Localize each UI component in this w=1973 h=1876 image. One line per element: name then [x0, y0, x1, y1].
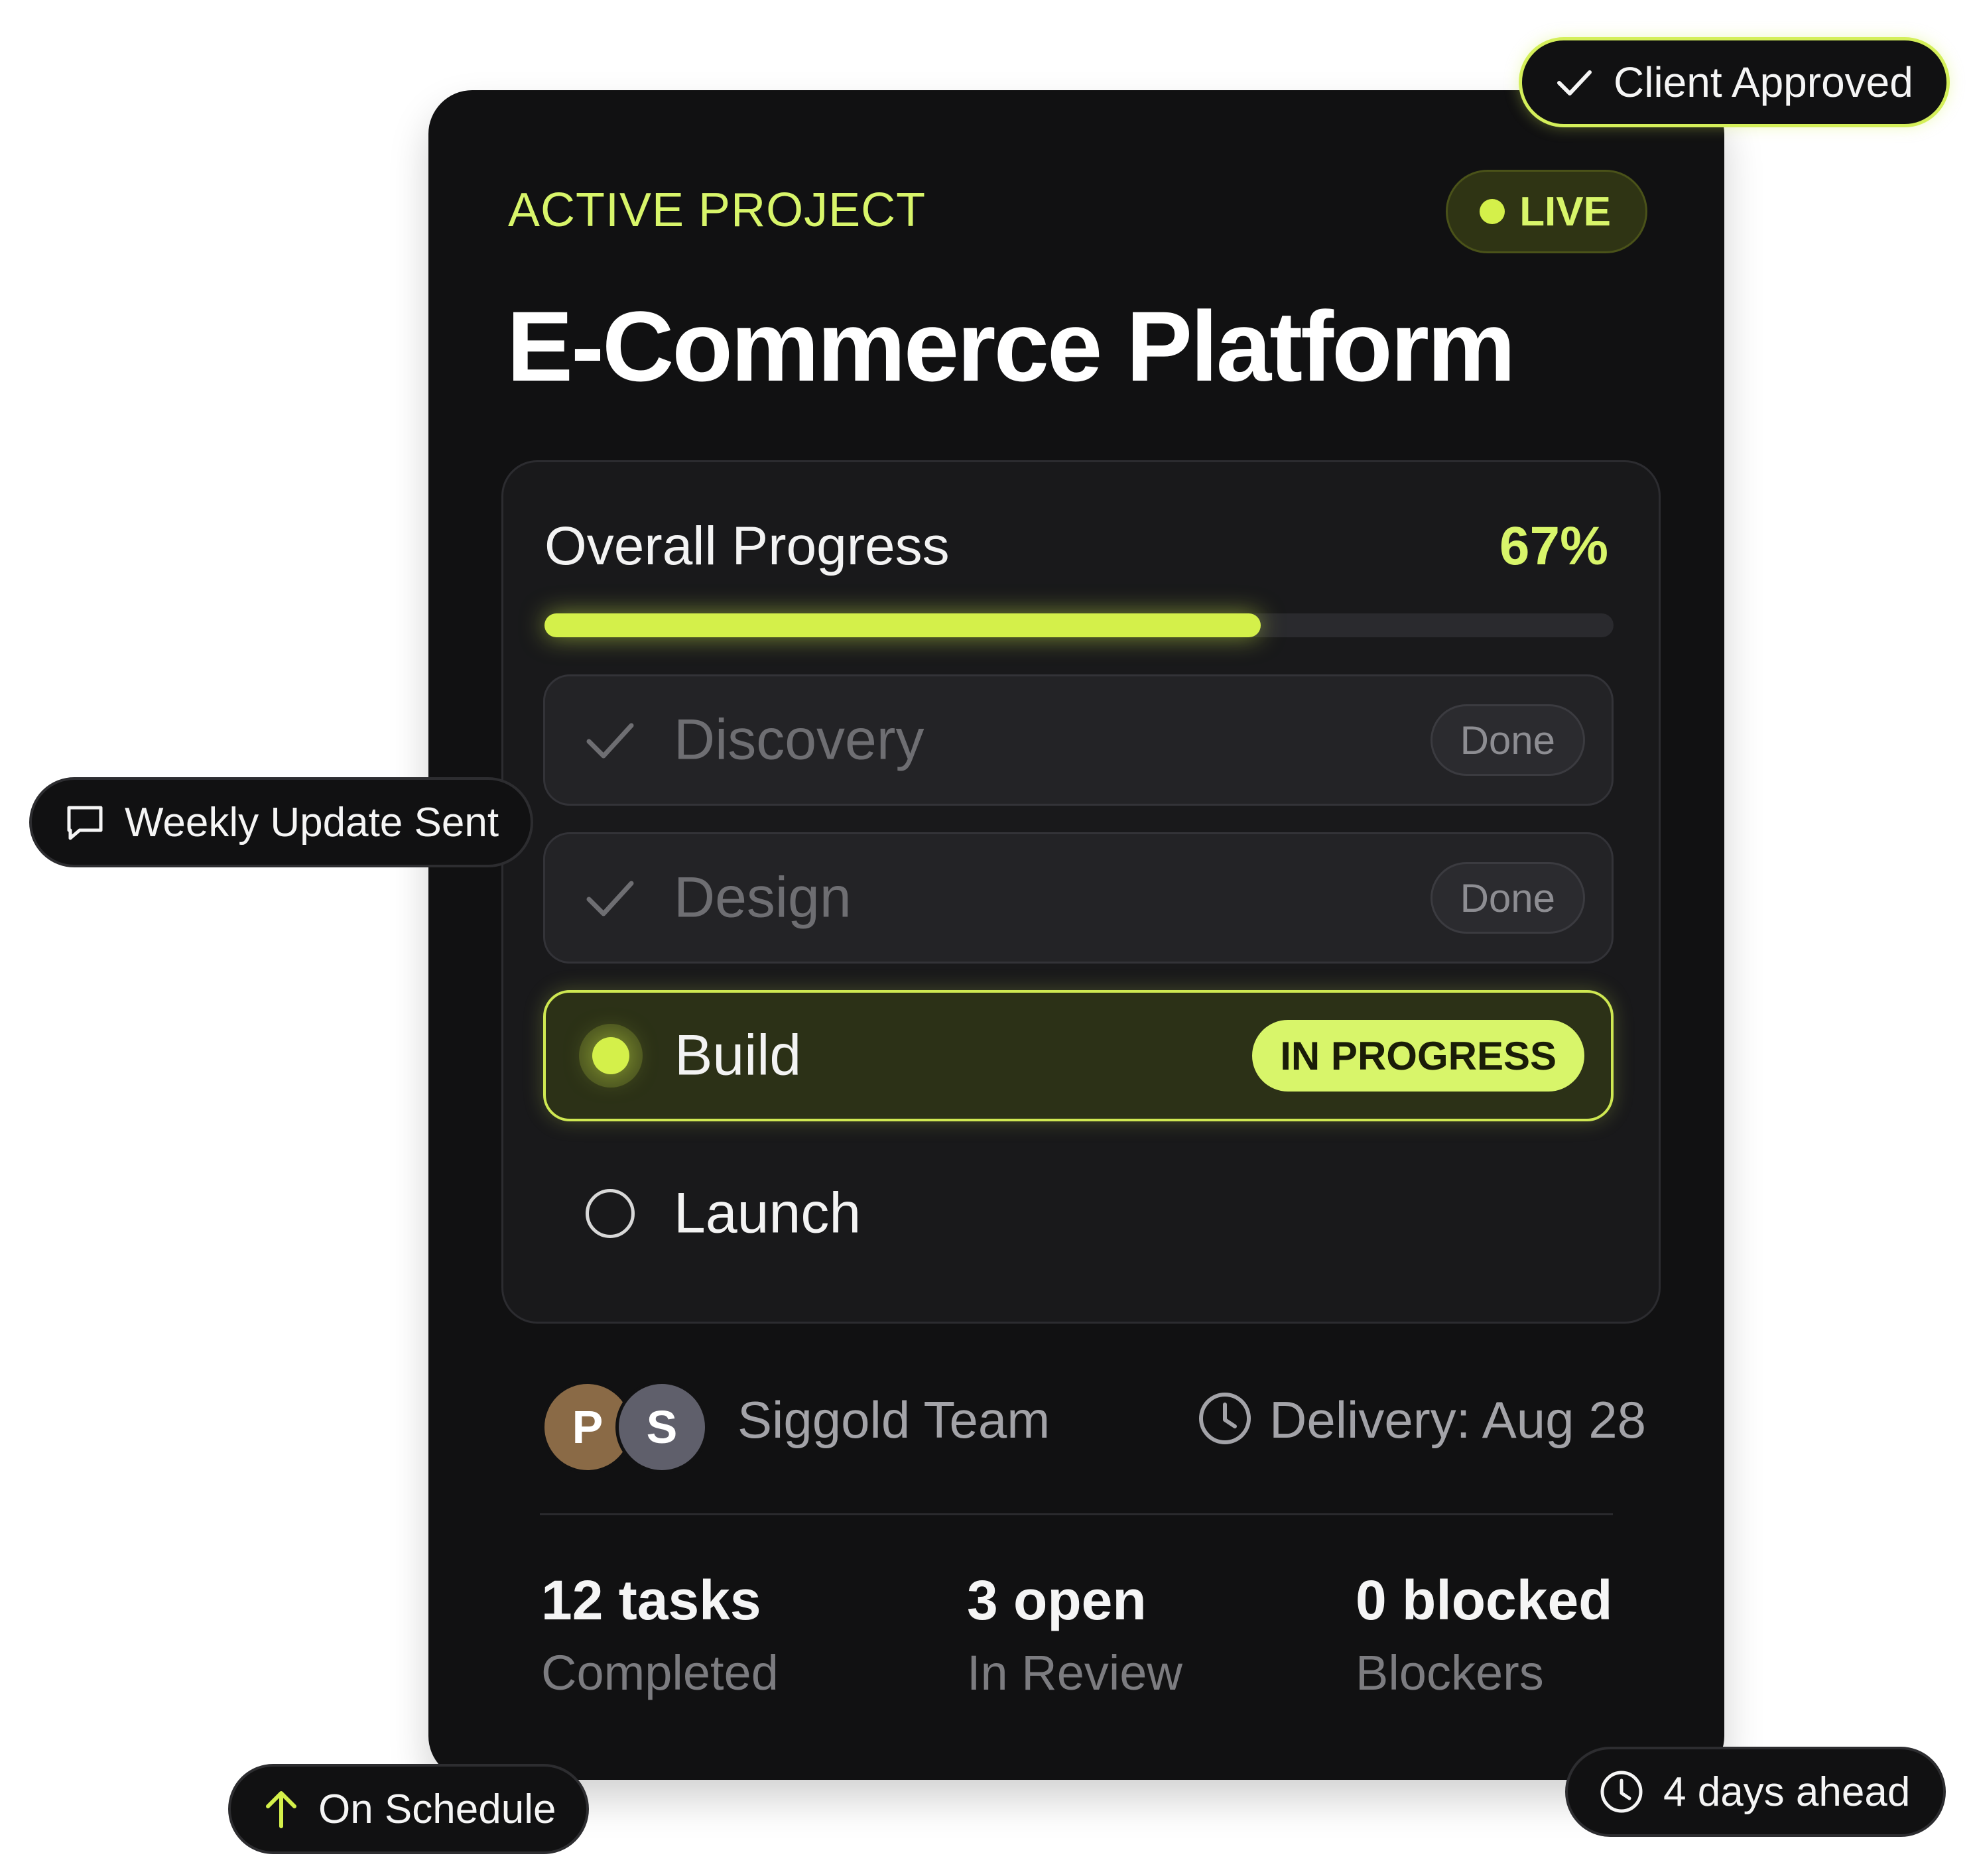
clock-icon — [1600, 1771, 1643, 1813]
stage-row-design[interactable]: Design Done — [543, 832, 1614, 964]
stage-label: Discovery — [674, 708, 924, 772]
arrow-up-icon — [266, 1791, 296, 1828]
weekly-update-pill: Weekly Update Sent — [29, 777, 534, 867]
empty-circle-icon — [580, 1183, 641, 1244]
stat-label: Completed — [541, 1645, 779, 1700]
on-schedule-label: On Schedule — [318, 1786, 556, 1832]
active-dot-icon — [580, 1025, 641, 1086]
status-badge: Done — [1430, 704, 1585, 776]
status-badge: Done — [1430, 862, 1585, 934]
stage-row-launch[interactable]: Launch — [543, 1148, 1614, 1279]
stat-label: In Review — [967, 1645, 1182, 1700]
days-ahead-pill: 4 days ahead — [1565, 1747, 1946, 1837]
on-schedule-pill: On Schedule — [228, 1764, 590, 1854]
stat-value: 0 blocked — [1356, 1569, 1613, 1631]
project-card-stage: ACTIVE PROJECT LIVE E-Commerce Platform … — [0, 0, 1973, 1876]
progress-track — [544, 613, 1614, 637]
delivery-label: Delivery: Aug 28 — [1269, 1391, 1646, 1449]
project-eyebrow: ACTIVE PROJECT — [508, 184, 926, 237]
project-card: ACTIVE PROJECT LIVE E-Commerce Platform … — [428, 90, 1724, 1780]
message-icon — [67, 806, 103, 840]
progress-value: 67% — [1499, 516, 1608, 576]
live-badge-label: LIVE — [1519, 188, 1611, 235]
progress-fill — [544, 613, 1261, 637]
project-title: E-Commerce Platform — [507, 290, 1515, 402]
check-icon — [580, 710, 641, 771]
check-icon — [1557, 70, 1592, 95]
stat-value: 3 open — [967, 1569, 1147, 1631]
check-icon — [580, 867, 641, 928]
live-dot-icon — [1480, 199, 1505, 224]
status-badge: IN PROGRESS — [1252, 1020, 1584, 1092]
live-badge: LIVE — [1446, 170, 1647, 253]
stat-value: 12 tasks — [541, 1569, 761, 1631]
progress-panel: Overall Progress 67% Discovery Done Desi… — [501, 460, 1661, 1324]
progress-label: Overall Progress — [544, 516, 950, 576]
clock-icon — [1196, 1390, 1253, 1450]
delivery-date: Delivery: Aug 28 — [1196, 1390, 1646, 1450]
stage-label: Design — [674, 865, 852, 930]
team-name: Siggold Team — [737, 1391, 1050, 1449]
stat-label: Blockers — [1356, 1645, 1544, 1700]
stage-row-build[interactable]: Build IN PROGRESS — [543, 990, 1614, 1121]
avatar[interactable]: S — [615, 1381, 708, 1473]
stage-label: Launch — [674, 1181, 861, 1245]
stat-completed: 12 tasks Completed — [541, 1564, 779, 1710]
client-approved-label: Client Approved — [1614, 58, 1913, 106]
stat-in-review: 3 open In Review — [967, 1564, 1182, 1710]
days-ahead-label: 4 days ahead — [1663, 1769, 1911, 1815]
stage-label: Build — [674, 1023, 802, 1088]
client-approved-pill: Client Approved — [1519, 37, 1950, 127]
weekly-update-label: Weekly Update Sent — [125, 799, 499, 845]
stage-row-discovery[interactable]: Discovery Done — [543, 674, 1614, 806]
divider — [540, 1513, 1613, 1515]
stat-blockers: 0 blocked Blockers — [1356, 1564, 1612, 1710]
